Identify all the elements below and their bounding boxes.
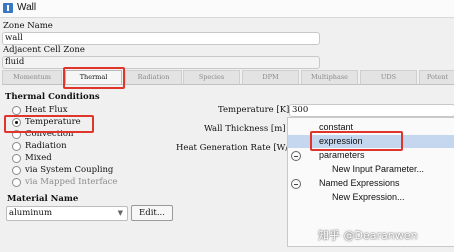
thermal-conditions-title: Thermal Conditions xyxy=(5,92,100,102)
tab-momentum[interactable]: Momentum xyxy=(2,70,62,84)
window-title: Wall xyxy=(17,2,37,13)
tab-uds[interactable]: UDS xyxy=(360,70,417,84)
window-titlebar: Wall xyxy=(0,0,454,18)
app-icon xyxy=(3,3,13,13)
chevron-down-icon: ▼ xyxy=(117,209,123,217)
edit-material-button[interactable]: Edit... xyxy=(131,205,173,221)
expression-option-highlight xyxy=(310,131,403,151)
adjacent-cell-zone-field: fluid xyxy=(2,56,320,69)
zone-name-field[interactable]: wall xyxy=(2,32,320,45)
radio-button-icon xyxy=(12,178,21,187)
wall-thickness-label: Wall Thickness [m] xyxy=(204,124,286,134)
temperature-field[interactable]: 300 xyxy=(289,104,454,117)
menu-item-named-expressions[interactable]: Named Expressions xyxy=(288,177,454,190)
radio-button-icon xyxy=(12,142,21,151)
adjacent-cell-zone-label: Adjacent Cell Zone xyxy=(3,45,85,55)
tab-radiation[interactable]: Radiation xyxy=(125,70,182,84)
radio-button-icon xyxy=(12,154,21,163)
menu-item-new-input-parameter[interactable]: New Input Parameter... xyxy=(288,163,454,176)
radio-button-icon xyxy=(12,166,21,175)
collapse-icon[interactable] xyxy=(291,179,301,189)
thermal-tab-highlight xyxy=(63,67,125,89)
tab-dpm[interactable]: DPM xyxy=(242,70,299,84)
zone-name-label: Zone Name xyxy=(3,21,53,31)
tab-potential[interactable]: Potent xyxy=(419,70,454,84)
temperature-option-highlight xyxy=(4,115,94,133)
material-select[interactable]: aluminum ▼ xyxy=(6,206,128,221)
temperature-label: Temperature [K] xyxy=(218,105,290,115)
menu-item-new-expression[interactable]: New Expression... xyxy=(288,191,454,204)
watermark: 知乎 @Dearanwen xyxy=(318,229,418,242)
heat-generation-rate-label: Heat Generation Rate [W/ xyxy=(176,143,289,153)
material-name-label: Material Name xyxy=(7,194,79,204)
tab-species[interactable]: Species xyxy=(183,70,240,84)
radio-button-icon xyxy=(12,106,21,115)
tab-multiphase[interactable]: Multiphase xyxy=(301,70,358,84)
material-select-value: aluminum xyxy=(9,208,53,218)
collapse-icon[interactable] xyxy=(291,151,301,161)
